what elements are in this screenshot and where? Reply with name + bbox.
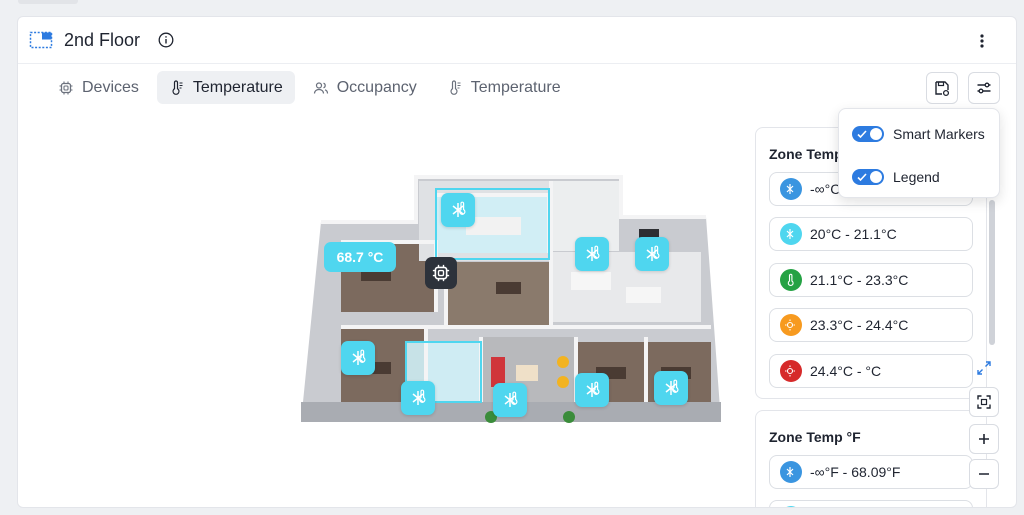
legend-range: 23.3°C - 24.4°C	[769, 308, 973, 342]
legend-range-label: -∞°F - 68.09°F	[810, 464, 901, 480]
tab-label: Occupancy	[336, 78, 417, 96]
legend-range-label: 24.4°C - °C	[810, 363, 882, 379]
legend-zone-temp-f: Zone Temp °F -∞°F - 68.09°F	[755, 410, 987, 507]
users-icon	[313, 81, 328, 94]
top-tab	[18, 0, 78, 4]
zone-temp-marker[interactable]	[654, 371, 688, 405]
plus-icon	[979, 434, 989, 444]
zone-temp-marker[interactable]	[575, 237, 609, 271]
tab-temperature[interactable]: Temperature	[156, 71, 295, 104]
legend-range-label: 21.1°C - 23.3°C	[810, 272, 909, 288]
tab-label: Temperature	[470, 78, 561, 96]
snowflake-thermometer-icon	[780, 461, 802, 483]
snowflake-thermometer-icon	[352, 349, 366, 365]
sliders-icon	[977, 82, 991, 94]
snowflake-thermometer-icon	[504, 391, 518, 407]
snowflake-thermometer-icon	[780, 223, 802, 245]
top-strip	[0, 0, 1024, 16]
thermometer-icon	[172, 79, 183, 95]
snowflake-thermometer-icon	[780, 506, 802, 507]
legend-scrollbar[interactable]	[989, 200, 995, 345]
zone-temp-marker[interactable]	[341, 341, 375, 375]
fullscreen-button[interactable]	[969, 387, 999, 417]
legend-title: Zone Temp °F	[769, 429, 861, 445]
zoom-in-button[interactable]	[969, 424, 999, 454]
legend-range: 20°C - 21.1°C	[769, 217, 973, 251]
toggle-label: Smart Markers	[893, 126, 985, 142]
check-icon	[857, 173, 867, 182]
info-icon[interactable]	[158, 32, 174, 48]
check-icon	[857, 130, 867, 139]
tab-temperature-2[interactable]: Temperature	[435, 71, 573, 104]
view-tabs: Devices Temperature Occupancy Temperatur…	[46, 71, 573, 104]
collapse-legend-button[interactable]	[969, 353, 999, 383]
toggle-label: Legend	[893, 169, 940, 185]
fullscreen-icon	[977, 395, 991, 409]
sun-thermometer-icon	[780, 360, 802, 382]
zone-temp-marker[interactable]	[401, 381, 435, 415]
save-settings-icon	[935, 81, 950, 97]
floor-card: 2nd Floor Devices Temperature Occupancy …	[17, 16, 1017, 508]
snowflake-thermometer-icon	[646, 245, 660, 261]
temperature-readout[interactable]: 68.7 °C	[324, 242, 396, 272]
zone-temp-marker[interactable]	[493, 383, 527, 417]
chip-icon	[432, 264, 450, 282]
legend-range: -∞°F - 68.09°F	[769, 455, 973, 489]
display-settings-button[interactable]	[968, 72, 1000, 104]
legend-title: Zone Temp	[769, 146, 843, 162]
display-settings-popover: Smart Markers Legend	[838, 108, 1000, 198]
card-header: 2nd Floor	[18, 17, 1016, 64]
thermometer-icon	[450, 79, 461, 95]
zone-temp-marker[interactable]	[575, 373, 609, 407]
chip-icon	[59, 81, 73, 94]
snowflake-thermometer-icon	[780, 178, 802, 200]
sun-thermometer-icon	[780, 314, 802, 336]
device-marker[interactable]	[425, 257, 457, 289]
snowflake-thermometer-icon	[452, 201, 466, 217]
arrows-collapse-icon	[977, 361, 991, 375]
snowflake-thermometer-icon	[665, 379, 679, 395]
snowflake-thermometer-icon	[412, 389, 426, 405]
legend-range-label: 20°C - 21.1°C	[810, 226, 897, 242]
minus-icon	[979, 473, 989, 475]
page-title: 2nd Floor	[64, 30, 141, 50]
zone-temp-marker[interactable]	[635, 237, 669, 271]
legend-toggle[interactable]	[852, 169, 884, 185]
thermometer-icon	[780, 269, 802, 291]
tab-occupancy[interactable]: Occupancy	[301, 71, 429, 104]
more-options-icon[interactable]	[974, 31, 990, 51]
zone-temp-marker[interactable]	[441, 193, 475, 227]
floor-plan-icon	[29, 31, 53, 49]
snowflake-thermometer-icon	[586, 245, 600, 261]
tab-label: Temperature	[192, 78, 283, 96]
tab-label: Devices	[82, 78, 139, 96]
zoom-out-button[interactable]	[969, 459, 999, 489]
legend-range	[769, 500, 973, 507]
legend-row[interactable]: Legend	[852, 166, 940, 188]
tab-devices[interactable]: Devices	[46, 71, 151, 104]
legend-range: 24.4°C - °C	[769, 354, 973, 388]
smart-markers-toggle[interactable]	[852, 126, 884, 142]
snowflake-thermometer-icon	[586, 381, 600, 397]
legend-range-label: 23.3°C - 24.4°C	[810, 317, 909, 333]
legend-range-label: -∞°C	[810, 181, 841, 197]
save-view-button[interactable]	[926, 72, 958, 104]
smart-markers-row[interactable]: Smart Markers	[852, 123, 985, 145]
legend-range: 21.1°C - 23.3°C	[769, 263, 973, 297]
